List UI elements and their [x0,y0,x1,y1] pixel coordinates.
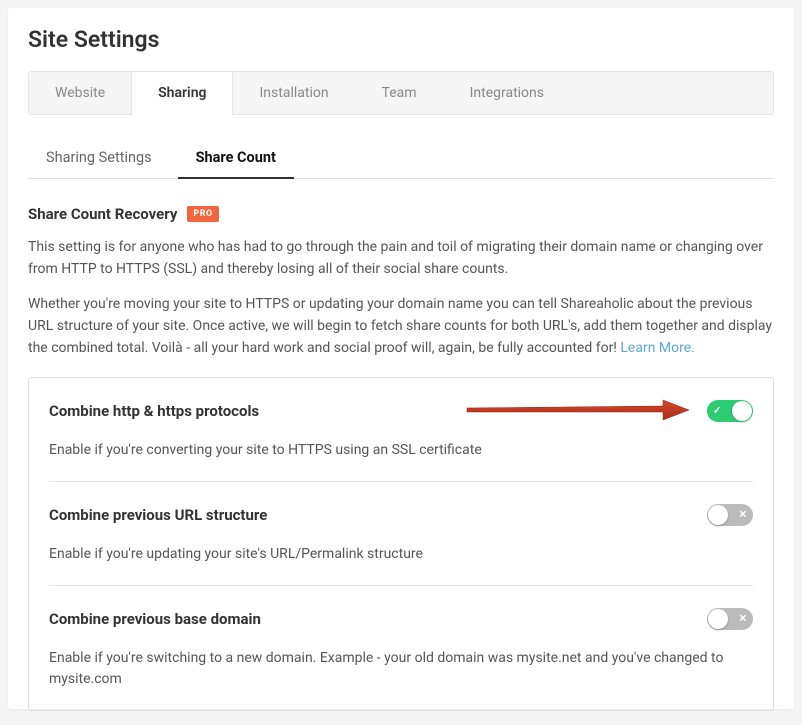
setting-title: Combine previous base domain [49,610,261,628]
setting-head: Combine http & https protocols ✓ [49,400,753,422]
tab-team[interactable]: Team [356,72,444,114]
pro-badge: PRO [187,206,218,222]
toggle-knob [732,401,752,421]
setting-head: Combine previous base domain ✕ [49,608,753,630]
toggle-knob [708,609,728,629]
subtab-share-count[interactable]: Share Count [178,139,294,178]
section-header: Share Count Recovery PRO [28,205,774,223]
setting-combine-base-domain: Combine previous base domain ✕ Enable if… [49,586,753,710]
section-title: Share Count Recovery [28,205,177,223]
setting-desc: Enable if you're converting your site to… [49,440,753,461]
x-icon: ✕ [739,614,747,625]
description-p1: This setting is for anyone who has had t… [28,237,774,280]
setting-title: Combine http & https protocols [49,402,259,420]
toggle-knob [708,505,728,525]
learn-more-link[interactable]: Learn More. [620,340,694,356]
setting-desc: Enable if you're updating your site's UR… [49,544,753,565]
settings-box: Combine http & https protocols ✓ Enable … [28,377,774,711]
setting-combine-url-structure: Combine previous URL structure ✕ Enable … [49,482,753,586]
tab-integrations[interactable]: Integrations [444,72,571,114]
setting-head: Combine previous URL structure ✕ [49,504,753,526]
tab-installation[interactable]: Installation [233,72,355,114]
description-p2: Whether you're moving your site to HTTPS… [28,294,774,359]
setting-combine-protocols: Combine http & https protocols ✓ Enable … [49,378,753,482]
page-title: Site Settings [28,26,774,53]
toggle-combine-base-domain[interactable]: ✕ [707,608,753,630]
toggle-combine-url-structure[interactable]: ✕ [707,504,753,526]
subtab-sharing-settings[interactable]: Sharing Settings [28,139,170,178]
toggle-combine-protocols[interactable]: ✓ [707,400,753,422]
tab-website[interactable]: Website [29,72,132,114]
setting-desc: Enable if you're switching to a new doma… [49,648,753,690]
x-icon: ✕ [739,510,747,521]
section-description: This setting is for anyone who has had t… [28,237,774,359]
main-tabs: Website Sharing Installation Team Integr… [28,71,774,115]
sub-tabs: Sharing Settings Share Count [28,139,774,179]
settings-panel: Site Settings Website Sharing Installati… [8,8,794,709]
setting-title: Combine previous URL structure [49,506,267,524]
tab-sharing[interactable]: Sharing [131,72,233,114]
check-icon: ✓ [713,406,721,417]
